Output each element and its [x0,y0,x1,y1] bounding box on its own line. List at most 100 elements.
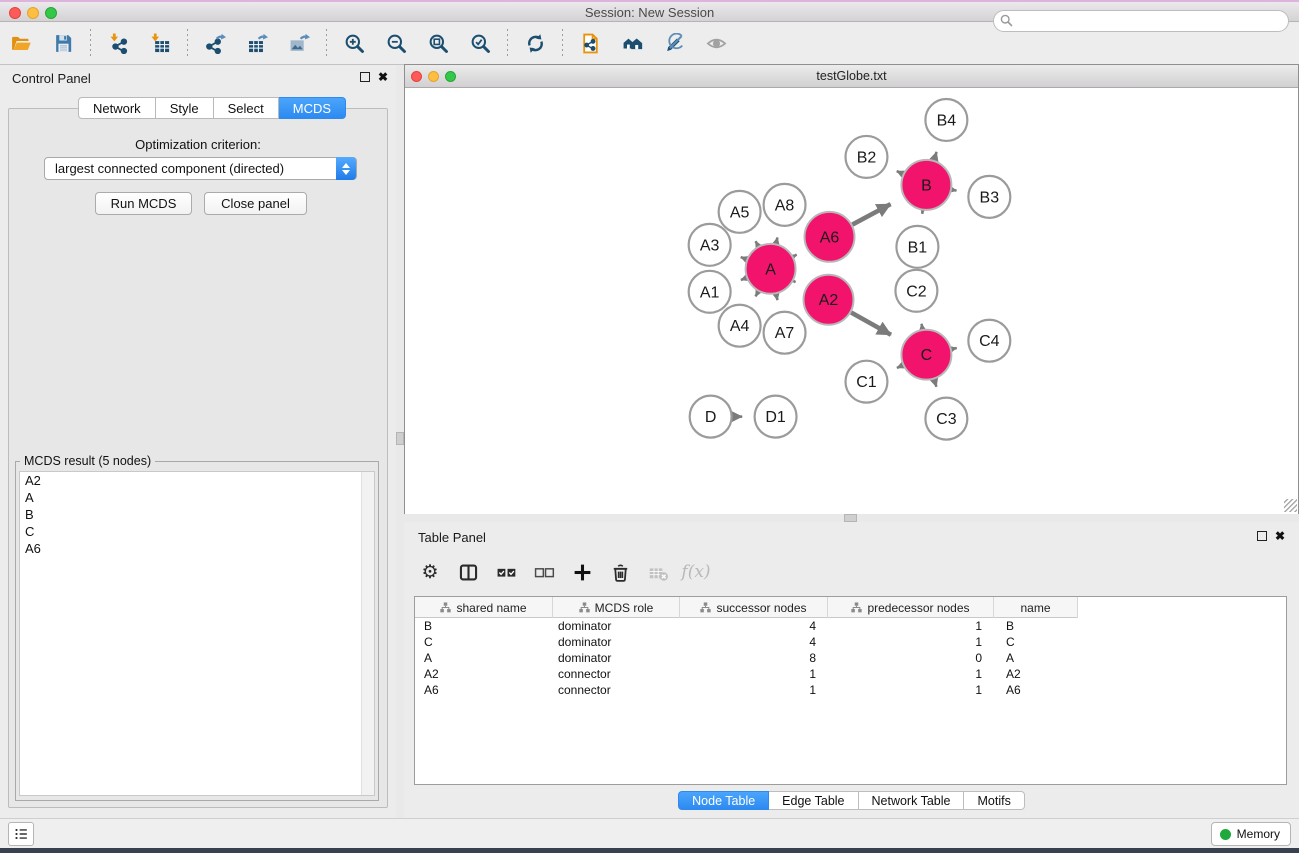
node-B[interactable]: B [901,160,951,210]
table-row[interactable]: Adominator80A [415,650,1286,666]
edge-A-A2[interactable] [793,281,795,282]
table-row[interactable]: Cdominator41C [415,634,1286,650]
select-all-icon[interactable] [492,558,520,586]
import-table-icon[interactable] [143,28,177,60]
refresh-icon[interactable] [518,28,552,60]
add-icon[interactable] [568,558,596,586]
zoom-in-icon[interactable] [337,28,371,60]
network-canvas[interactable]: A A1 A2 A3 A4 A5 A6 A7 A8 B B1 B2 B3B4 C C1 C2 C3C4 D D1 [405,88,1298,514]
result-list-item[interactable]: A6 [20,540,374,557]
node-C1[interactable]: C1 [845,361,887,403]
column-header-successor-nodes[interactable]: successor nodes [680,597,828,618]
export-table-icon[interactable] [240,28,274,60]
zoom-out-icon[interactable] [379,28,413,60]
edge-C-C4[interactable] [952,348,957,349]
float-table-panel-icon[interactable] [1257,531,1267,541]
window-resize-grip[interactable] [1284,499,1297,512]
node-C[interactable]: C [901,330,951,380]
save-session-icon[interactable] [46,28,80,60]
node-C3[interactable]: C3 [925,398,967,440]
tab-style[interactable]: Style [156,97,214,119]
run-mcds-button[interactable]: Run MCDS [95,192,192,215]
table-row[interactable]: Bdominator41B [415,618,1286,634]
tab-motifs[interactable]: Motifs [964,791,1024,810]
column-browser-icon[interactable] [454,558,482,586]
export-image-icon[interactable] [282,28,316,60]
edge-C-C1[interactable] [897,365,903,368]
edge-C-C3[interactable] [934,379,936,386]
node-A6[interactable]: A6 [805,212,855,262]
node-A1[interactable]: A1 [689,271,731,313]
node-A4[interactable]: A4 [719,305,761,347]
close-panel-icon[interactable]: ✖ [378,72,388,82]
node-D[interactable]: D [690,396,732,438]
search-input[interactable] [993,10,1289,32]
close-table-panel-icon[interactable]: ✖ [1275,531,1285,541]
result-list-item[interactable]: B [20,506,374,523]
column-header-name[interactable]: name [994,597,1078,618]
open-file-icon[interactable] [4,28,38,60]
vertical-split-divider[interactable] [396,65,404,818]
tab-mcds[interactable]: MCDS [279,97,346,119]
edge-B-B4[interactable] [934,152,937,160]
deselect-all-icon[interactable] [530,558,558,586]
node-B3[interactable]: B3 [968,176,1010,218]
edge-A-A8[interactable] [776,237,777,243]
zoom-selected-icon[interactable] [463,28,497,60]
edge-B-B3[interactable] [952,190,957,191]
close-panel-button[interactable]: Close panel [204,192,307,215]
memory-button[interactable]: Memory [1211,822,1291,846]
table-row[interactable]: A6connector11A6 [415,682,1286,698]
node-A3[interactable]: A3 [689,224,731,266]
column-header-MCDS-role[interactable]: MCDS role [553,597,680,618]
edge-A-A5[interactable] [756,241,759,246]
import-network-icon[interactable] [101,28,135,60]
result-list-scrollbar[interactable] [361,472,374,795]
node-A[interactable]: A [746,244,796,294]
edge-C-C2[interactable] [922,324,923,329]
node-B1[interactable]: B1 [896,226,938,268]
node-B4[interactable]: B4 [925,99,967,141]
node-C4[interactable]: C4 [968,320,1010,362]
table-tabs: Node TableEdge TableNetwork TableMotifs [404,791,1299,810]
horizontal-split-divider[interactable] [404,514,1299,522]
node-B2[interactable]: B2 [845,136,887,178]
tab-select[interactable]: Select [214,97,279,119]
network-from-selection-icon[interactable] [573,28,607,60]
edge-A-A1[interactable] [741,278,746,280]
tab-network-table[interactable]: Network Table [859,791,965,810]
float-panel-icon[interactable] [360,72,370,82]
node-A5[interactable]: A5 [719,191,761,233]
task-history-button[interactable] [8,822,34,846]
result-list-item[interactable]: C [20,523,374,540]
node-D1[interactable]: D1 [755,396,797,438]
result-list-item[interactable]: A [20,489,374,506]
node-C2[interactable]: C2 [895,270,937,312]
edge-A-A7[interactable] [776,294,777,300]
edge-A6-B[interactable] [852,204,890,224]
edge-A-A6[interactable] [793,255,796,257]
tab-network[interactable]: Network [78,97,156,119]
divider-collapse-handle-h[interactable] [844,514,857,522]
tab-edge-table[interactable]: Edge Table [769,791,858,810]
criterion-select[interactable]: largest connected component (directed) [44,157,357,180]
zoom-fit-icon[interactable] [421,28,455,60]
node-A2[interactable]: A2 [804,275,854,325]
column-header-shared-name[interactable]: shared name [415,597,553,618]
divider-collapse-handle[interactable] [396,432,404,445]
gear-icon[interactable]: ⚙ [416,558,444,586]
column-header-predecessor-nodes[interactable]: predecessor nodes [828,597,994,618]
export-network-icon[interactable] [198,28,232,60]
edge-A2-C[interactable] [851,312,891,334]
delete-icon[interactable] [606,558,634,586]
table-row[interactable]: A2connector11A2 [415,666,1286,682]
result-list-item[interactable]: A2 [20,472,374,489]
node-A7[interactable]: A7 [764,312,806,354]
node-A8[interactable]: A8 [764,184,806,226]
edge-A-A3[interactable] [741,257,747,259]
tab-node-table[interactable]: Node Table [678,791,769,810]
edge-B-B2[interactable] [897,171,903,174]
toggle-annotations-icon[interactable] [657,28,691,60]
first-neighbors-icon[interactable] [615,28,649,60]
edge-A-A4[interactable] [756,292,759,297]
